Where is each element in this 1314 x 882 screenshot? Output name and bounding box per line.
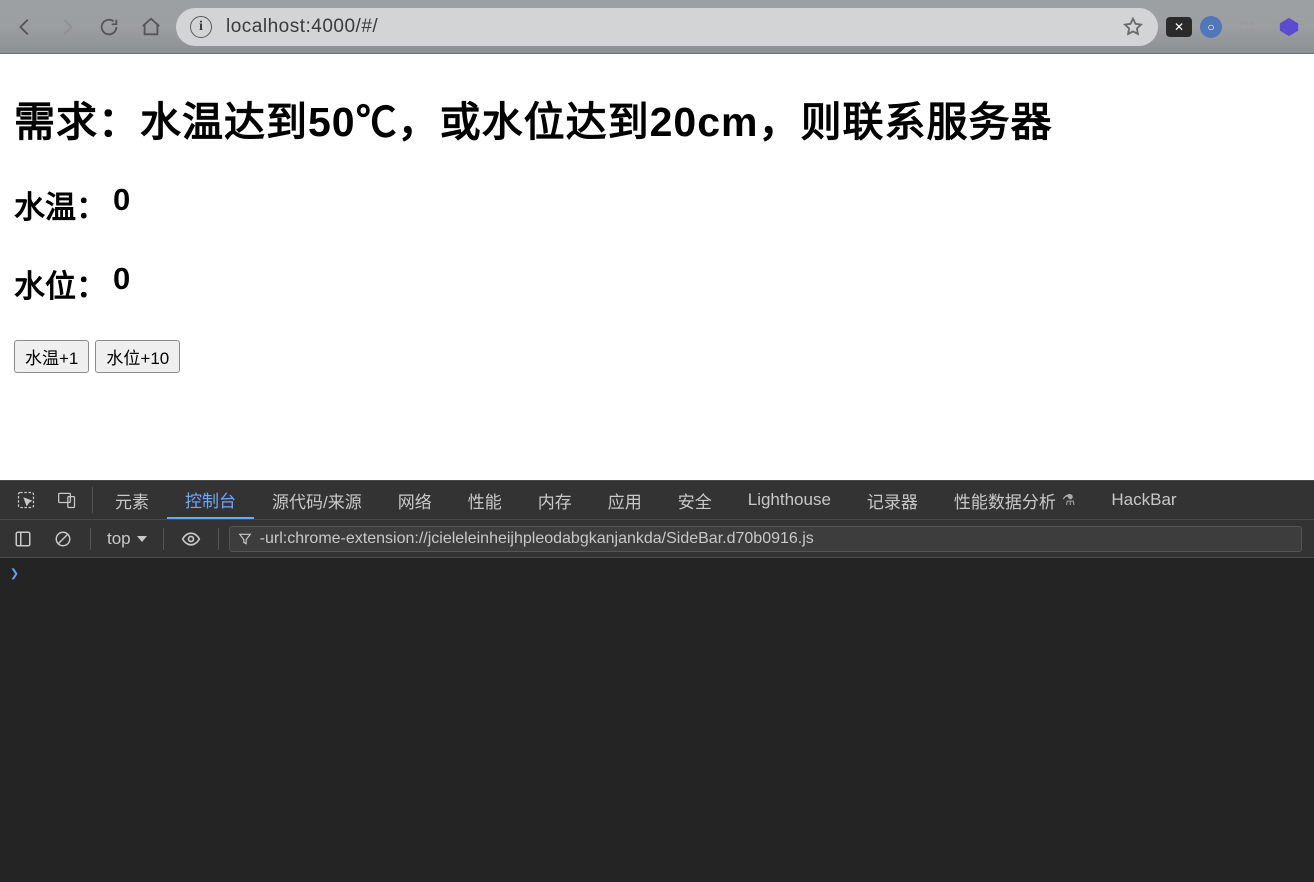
tab-elements[interactable]: 元素: [97, 481, 167, 519]
extension-icon-2[interactable]: ○: [1200, 16, 1222, 38]
divider: [163, 528, 164, 550]
console-filter[interactable]: -url:chrome-extension://jcieleleinheijhp…: [229, 526, 1302, 552]
tab-network[interactable]: 网络: [380, 481, 450, 519]
tab-lighthouse[interactable]: Lighthouse: [730, 481, 849, 519]
divider: [218, 528, 219, 550]
context-selector[interactable]: top: [101, 529, 153, 549]
tab-memory[interactable]: 内存: [520, 481, 590, 519]
divider: [90, 528, 91, 550]
divider: [92, 487, 93, 513]
console-output[interactable]: ❯: [0, 558, 1314, 882]
filter-icon: [238, 532, 252, 546]
clear-console-icon[interactable]: [46, 525, 80, 553]
page-heading: 需求：水温达到50℃，或水位达到20cm，则联系服务器: [14, 88, 1300, 148]
live-expression-icon[interactable]: [174, 525, 208, 553]
url-text: localhost:4000/#/: [226, 16, 1108, 38]
site-info-icon[interactable]: i: [190, 16, 212, 38]
tab-security[interactable]: 安全: [660, 481, 730, 519]
tab-console[interactable]: 控制台: [167, 481, 254, 519]
temp-plus-button[interactable]: 水温+1: [14, 340, 89, 373]
water-temp-value: 0: [113, 182, 130, 227]
water-level-row: 水位： 0: [14, 261, 1300, 306]
toggle-device-icon[interactable]: [46, 481, 88, 519]
water-level-label: 水位：: [14, 261, 107, 306]
address-bar[interactable]: i localhost:4000/#/: [176, 8, 1158, 46]
extension-icon-3[interactable]: [1230, 10, 1264, 44]
tab-performance[interactable]: 性能: [450, 481, 520, 519]
flask-icon: ⚗: [1062, 491, 1075, 509]
filter-text: -url:chrome-extension://jcieleleinheijhp…: [260, 530, 1293, 548]
inspect-element-icon[interactable]: [6, 481, 46, 519]
tab-perf-insights[interactable]: 性能数据分析 ⚗: [936, 481, 1093, 519]
console-toolbar: top -url:chrome-extension://jcieleleinhe…: [0, 520, 1314, 558]
water-level-value: 0: [113, 261, 130, 306]
nav-back-button[interactable]: [8, 10, 42, 44]
tab-application[interactable]: 应用: [590, 481, 660, 519]
nav-reload-button[interactable]: [92, 10, 126, 44]
button-row: 水温+1 水位+10: [14, 340, 1300, 373]
context-label: top: [107, 529, 131, 549]
nav-home-button[interactable]: [134, 10, 168, 44]
browser-toolbar: i localhost:4000/#/ ✕ ○: [0, 0, 1314, 54]
extension-icon-1[interactable]: ✕: [1166, 17, 1192, 37]
devtools-panel: 元素 控制台 源代码/来源 网络 性能 内存 应用 安全 Lighthouse …: [0, 480, 1314, 882]
level-plus-button[interactable]: 水位+10: [95, 340, 180, 373]
extension-icon-4[interactable]: [1272, 10, 1306, 44]
water-temp-row: 水温： 0: [14, 182, 1300, 227]
chevron-down-icon: [137, 536, 147, 542]
nav-forward-button[interactable]: [50, 10, 84, 44]
bookmark-star-icon[interactable]: [1122, 16, 1144, 38]
console-prompt-icon: ❯: [10, 564, 19, 582]
tab-hackbar[interactable]: HackBar: [1093, 481, 1194, 519]
tab-sources[interactable]: 源代码/来源: [254, 481, 380, 519]
toggle-sidebar-icon[interactable]: [6, 525, 40, 553]
water-temp-label: 水温：: [14, 182, 107, 227]
tab-recorder[interactable]: 记录器: [849, 481, 936, 519]
devtools-tabs: 元素 控制台 源代码/来源 网络 性能 内存 应用 安全 Lighthouse …: [0, 480, 1314, 520]
page-content: 需求：水温达到50℃，或水位达到20cm，则联系服务器 水温： 0 水位： 0 …: [0, 54, 1314, 480]
